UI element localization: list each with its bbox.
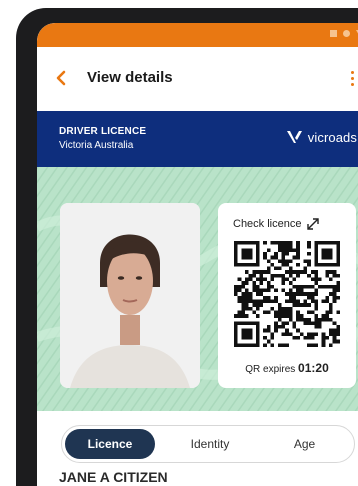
brand-name: vicroads bbox=[307, 129, 357, 145]
vicroads-logo-icon bbox=[286, 129, 306, 145]
status-square-icon bbox=[330, 30, 337, 37]
tab-identity[interactable]: Identity bbox=[170, 429, 250, 459]
status-circle-icon bbox=[343, 30, 350, 37]
licence-card: Check licence QR expires 01:20 bbox=[37, 167, 358, 411]
licence-header: DRIVER LICENCE Victoria Australia vicroa… bbox=[37, 111, 358, 167]
more-vertical-icon bbox=[348, 69, 356, 86]
phone-frame: View details DRIVER LICENCE Victoria Aus… bbox=[16, 8, 358, 486]
back-button[interactable] bbox=[55, 69, 73, 89]
check-licence-label: Check licence bbox=[233, 218, 302, 230]
vicroads-brand: vicroads bbox=[286, 129, 357, 145]
qr-expiry-time: 01:20 bbox=[298, 361, 329, 375]
status-icons bbox=[330, 30, 358, 37]
qr-panel: Check licence QR expires 01:20 bbox=[218, 203, 356, 388]
page-title: View details bbox=[87, 69, 173, 86]
expand-icon bbox=[307, 218, 320, 230]
back-chevron-icon bbox=[56, 70, 66, 86]
tab-licence[interactable]: Licence bbox=[65, 429, 155, 459]
status-bar bbox=[37, 23, 358, 47]
qr-expiry-label: QR expires bbox=[245, 364, 296, 375]
phone-screen: View details DRIVER LICENCE Victoria Aus… bbox=[37, 23, 358, 486]
licence-type: DRIVER LICENCE bbox=[59, 126, 147, 137]
holder-photo bbox=[60, 203, 200, 388]
qr-expiry: QR expires 01:20 bbox=[218, 361, 356, 375]
licence-state: Victoria Australia bbox=[59, 140, 134, 151]
view-tabs: Licence Identity Age bbox=[61, 425, 355, 463]
qr-code bbox=[234, 241, 340, 347]
holder-name: JANE A CITIZEN bbox=[59, 469, 168, 485]
app-bar: View details bbox=[37, 47, 358, 111]
tab-age[interactable]: Age bbox=[262, 429, 347, 459]
check-licence-button[interactable]: Check licence bbox=[233, 218, 320, 230]
more-options-button[interactable] bbox=[348, 69, 356, 89]
